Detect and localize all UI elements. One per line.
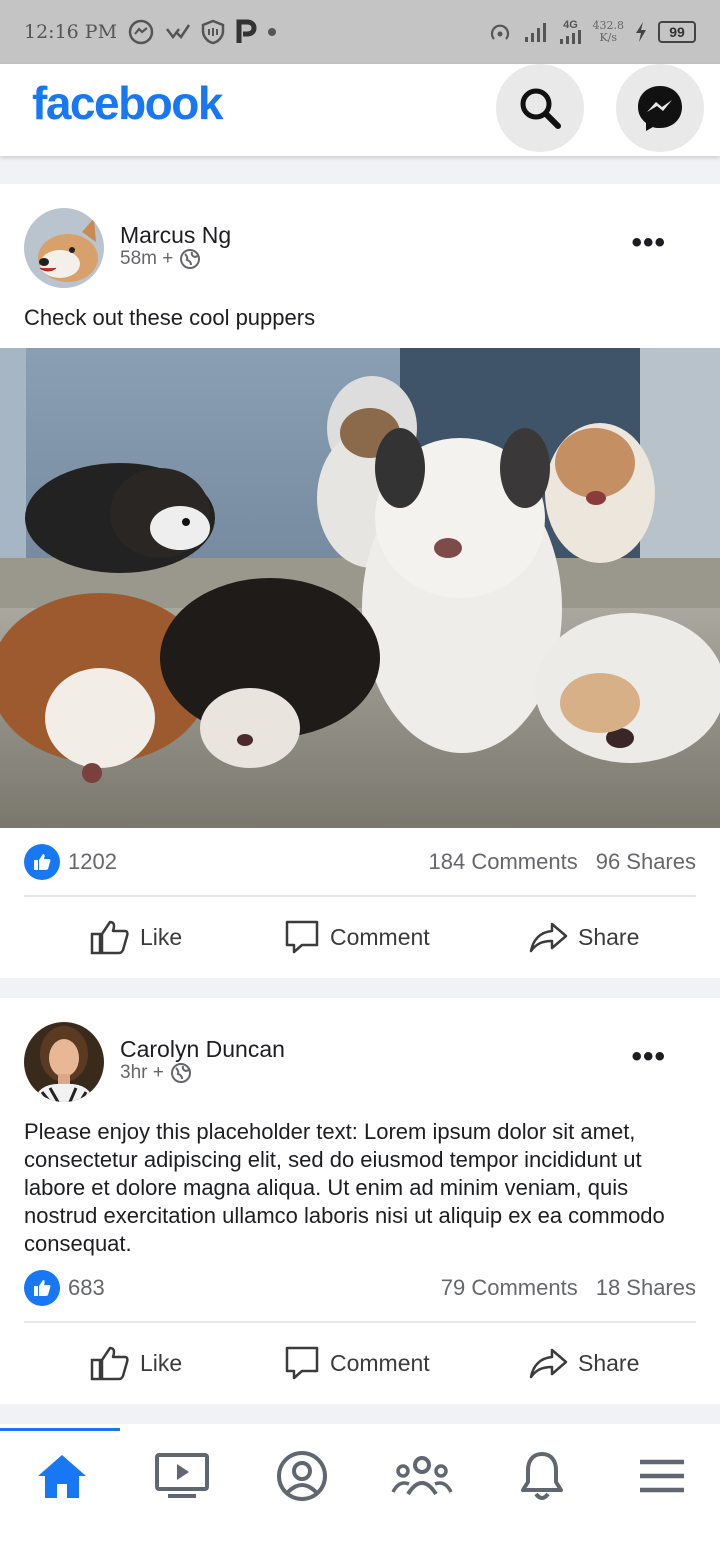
avatar[interactable] — [24, 1022, 104, 1102]
dot-icon — [267, 27, 277, 37]
home-tab[interactable] — [22, 1446, 102, 1506]
like-icon — [90, 920, 129, 955]
like-count[interactable]: 1202 — [68, 849, 117, 875]
notifications-tab[interactable] — [502, 1446, 582, 1506]
search-button[interactable] — [496, 64, 584, 152]
charging-icon — [634, 21, 648, 43]
post-stats: 683 79 Comments 18 Shares — [24, 1270, 696, 1306]
like-label: Like — [140, 1349, 183, 1376]
share-label: Share — [578, 1349, 640, 1376]
profile-icon — [277, 1451, 327, 1501]
comment-label: Comment — [330, 1349, 430, 1376]
status-bar: 12:16 PM 4G 432.8 K/s 99 — [0, 0, 720, 64]
post-author[interactable]: Marcus Ng — [120, 222, 231, 249]
profile-tab[interactable] — [262, 1446, 342, 1506]
like-badge-icon — [24, 1270, 60, 1306]
like-count[interactable]: 683 — [68, 1275, 105, 1301]
messenger-notification-icon — [127, 18, 155, 46]
search-icon — [520, 88, 561, 129]
post-text: Please enjoy this placeholder text: Lore… — [24, 1119, 665, 1256]
menu-tab[interactable] — [622, 1446, 702, 1506]
groups-icon — [391, 1456, 453, 1496]
home-icon — [38, 1455, 86, 1498]
globe-icon — [180, 249, 201, 269]
post-meta: 58m + — [120, 248, 201, 270]
post-meta: 3hr + — [120, 1062, 192, 1084]
post-time: 3hr + — [120, 1062, 164, 1083]
network-speed: 432.8 K/s — [592, 19, 625, 44]
comment-button[interactable]: Comment — [284, 919, 430, 955]
avatar[interactable] — [24, 208, 104, 288]
post-photo[interactable] — [0, 348, 720, 828]
check-notification-icon — [165, 21, 191, 43]
post-actions: Like Comment Share — [0, 1323, 720, 1403]
comment-label: Comment — [330, 923, 430, 950]
share-count[interactable]: 96 Shares — [596, 849, 696, 875]
like-badge-icon — [24, 844, 60, 880]
p-app-icon — [235, 19, 257, 45]
post-card: Marcus Ng 58m + ••• Check out these cool… — [0, 184, 720, 978]
facebook-logo[interactable]: facebook — [32, 76, 223, 130]
hotspot-icon — [487, 20, 513, 44]
post-author[interactable]: Carolyn Duncan — [120, 1036, 285, 1063]
like-button[interactable]: Like — [90, 1345, 182, 1381]
shield-icon — [201, 19, 225, 45]
comment-icon — [285, 1346, 319, 1380]
messenger-icon — [638, 86, 682, 131]
like-label: Like — [140, 923, 183, 950]
post-card: Carolyn Duncan 3hr + ••• Please enjoy th… — [0, 998, 720, 1404]
comment-count[interactable]: 184 Comments — [429, 849, 578, 875]
status-time: 12:16 PM — [24, 21, 118, 43]
like-icon — [90, 1346, 129, 1381]
notifications-icon — [521, 1452, 563, 1500]
menu-icon — [640, 1459, 684, 1493]
share-button[interactable]: Share — [528, 1346, 639, 1380]
like-button[interactable]: Like — [90, 919, 182, 955]
post-text: Check out these cool puppers — [24, 305, 316, 330]
globe-icon — [170, 1063, 191, 1083]
post-actions: Like Comment Share — [0, 897, 720, 977]
watch-icon — [155, 1453, 209, 1498]
app-header: facebook — [0, 64, 720, 156]
battery-indicator: 99 — [658, 21, 696, 43]
signal-4g-icon: 4G — [559, 20, 583, 44]
post-time: 58m + — [120, 248, 174, 269]
comment-icon — [285, 920, 319, 954]
share-icon — [529, 922, 568, 953]
bottom-navigation — [0, 1424, 720, 1548]
more-options-button[interactable]: ••• — [631, 226, 666, 260]
share-count[interactable]: 18 Shares — [596, 1275, 696, 1301]
watch-tab[interactable] — [142, 1446, 222, 1506]
more-options-button[interactable]: ••• — [631, 1040, 666, 1074]
signal-icon — [523, 21, 549, 43]
share-button[interactable]: Share — [528, 920, 639, 954]
share-icon — [529, 1348, 568, 1379]
messenger-button[interactable] — [616, 64, 704, 152]
active-tab-indicator — [0, 1428, 120, 1431]
groups-tab[interactable] — [382, 1446, 462, 1506]
share-label: Share — [578, 923, 640, 950]
post-stats: 1202 184 Comments 96 Shares — [24, 844, 696, 880]
comment-button[interactable]: Comment — [284, 1345, 430, 1381]
comment-count[interactable]: 79 Comments — [441, 1275, 578, 1301]
